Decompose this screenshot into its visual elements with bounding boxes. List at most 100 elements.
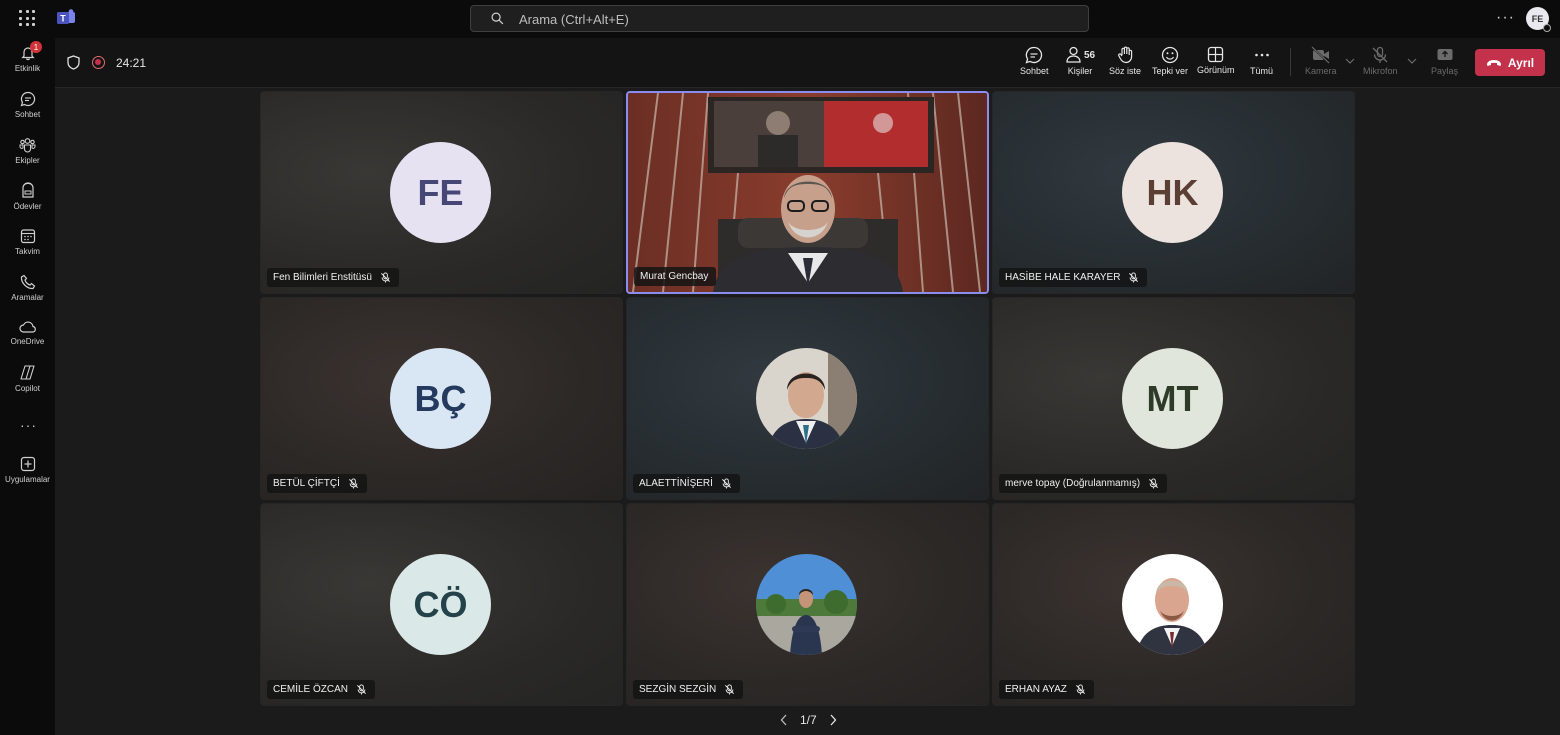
view-label: Görünüm <box>1197 65 1235 75</box>
calendar-icon <box>20 229 35 244</box>
more-apps-icon[interactable]: ··· <box>20 417 37 433</box>
app-launcher-icon[interactable] <box>19 10 35 26</box>
participant-tile[interactable]: HK HASİBE HALE KARAYER <box>992 91 1355 294</box>
mic-off-icon <box>1372 46 1388 63</box>
meeting-timer: 24:21 <box>116 56 147 70</box>
user-initials: FE <box>1531 13 1544 24</box>
share-label: Paylaş <box>1431 66 1459 76</box>
share-button[interactable]: Paylaş <box>1431 46 1458 80</box>
rail-label: OneDrive <box>10 337 45 346</box>
people-button[interactable]: 56 Kişiler <box>1065 46 1095 80</box>
leave-button[interactable]: Ayrıl <box>1475 49 1545 76</box>
mic-muted-icon <box>725 684 735 695</box>
participant-name-tag: merve topay (Doğrulanmamış) <box>999 474 1168 493</box>
rail-label: Copilot <box>15 384 40 393</box>
chat-icon <box>1025 46 1043 64</box>
react-label: Tepki ver <box>1152 66 1189 76</box>
shield-icon[interactable] <box>67 55 80 70</box>
chat-icon <box>20 91 35 107</box>
hang-up-icon <box>1486 59 1501 66</box>
react-button[interactable]: Tepki ver <box>1152 46 1188 80</box>
profile-photo <box>756 554 857 655</box>
rail-label: Uygulamalar <box>5 475 50 484</box>
mic-button[interactable]: Mikrofon <box>1363 46 1398 80</box>
mic-muted-icon <box>1149 478 1158 489</box>
backpack-icon <box>21 182 34 198</box>
mic-muted-icon <box>348 478 358 489</box>
people-label: Kişiler <box>1067 66 1093 76</box>
participant-tile[interactable]: BÇ BETÜL ÇİFTÇİ <box>260 297 623 500</box>
leave-label: Ayrıl <box>1507 55 1535 70</box>
rail-label: Etkinlik <box>14 64 41 73</box>
rail-item-copilot[interactable]: Copilot <box>0 364 55 406</box>
chevron-left-icon[interactable] <box>780 714 788 726</box>
participant-name: merve topay (Doğrulanmamış) <box>1005 478 1141 489</box>
rail-label: Aramalar <box>11 293 44 302</box>
teams-icon <box>19 138 36 153</box>
camera-button[interactable]: Kamera <box>1305 46 1337 80</box>
mic-muted-icon <box>357 684 366 695</box>
rail-label: Ekipler <box>15 156 40 165</box>
people-icon <box>1066 46 1081 63</box>
participant-tile[interactable]: MT merve topay (Doğrulanmamış) <box>992 297 1355 500</box>
cloud-icon <box>18 321 36 333</box>
rail-item-calls[interactable]: Aramalar <box>0 274 55 316</box>
rail-item-assignments[interactable]: Ödevler <box>0 182 55 224</box>
chevron-right-icon[interactable] <box>829 714 837 726</box>
hand-icon <box>1117 46 1132 64</box>
rail-item-activity[interactable]: 1 Etkinlik <box>0 41 55 87</box>
participant-tile[interactable]: ERHAN AYAZ <box>992 503 1355 706</box>
recording-icon <box>92 56 105 69</box>
search-box[interactable]: Arama (Ctrl+Alt+E) <box>470 5 1089 32</box>
participant-tile[interactable]: FE Fen Bilimleri Enstitüsü <box>260 91 623 294</box>
rail-item-chat[interactable]: Sohbet <box>0 91 55 133</box>
avatar: MT <box>1122 348 1223 449</box>
participant-tile[interactable]: CÖ CEMİLE ÖZCAN <box>260 503 623 706</box>
more-button[interactable]: Tümü <box>1250 46 1273 80</box>
mic-muted-icon <box>1129 272 1139 283</box>
participant-name-tag: SEZGİN SEZGİN <box>633 680 744 699</box>
participant-name-tag: HASİBE HALE KARAYER <box>999 268 1148 287</box>
mic-muted-icon <box>380 272 390 283</box>
participant-name: BETÜL ÇİFTÇİ <box>273 478 340 489</box>
participant-name: ALAETTİNİŞERİ <box>639 478 713 489</box>
grid-view-icon <box>1208 46 1224 63</box>
page-indicator: 1/7 <box>800 713 817 727</box>
participant-tile[interactable]: ALAETTİNİŞERİ <box>626 297 989 500</box>
rail-label: Sohbet <box>14 110 41 119</box>
mic-muted-icon <box>721 478 731 489</box>
svg-text:T: T <box>60 14 66 24</box>
participant-name: SEZGİN SEZGİN <box>639 684 717 695</box>
view-button[interactable]: Görünüm <box>1197 46 1235 80</box>
rail-item-teams[interactable]: Ekipler <box>0 137 55 179</box>
mic-options-chevron-icon[interactable] <box>1407 57 1417 65</box>
participant-tile-video[interactable]: Murat Gencbay <box>626 91 989 294</box>
user-avatar[interactable]: FE <box>1526 7 1551 32</box>
title-bar: T Arama (Ctrl+Alt+E) ··· FE <box>0 0 1560 38</box>
participant-name-tag: CEMİLE ÖZCAN <box>267 680 376 699</box>
emoji-icon <box>1161 46 1179 64</box>
camera-label: Kamera <box>1305 66 1337 76</box>
more-options-icon[interactable]: ··· <box>1496 9 1515 27</box>
activity-badge: 1 <box>30 41 42 53</box>
chat-button[interactable]: Sohbet <box>1020 46 1049 80</box>
app-rail: 1 Etkinlik Sohbet Ekipler Ödevler Takvim… <box>0 38 55 735</box>
participant-name-tag: Murat Gencbay <box>634 267 717 286</box>
rail-item-calendar[interactable]: Takvim <box>0 228 55 270</box>
presence-status-icon <box>1543 24 1551 32</box>
avatar: CÖ <box>390 554 491 655</box>
camera-options-chevron-icon[interactable] <box>1345 57 1355 65</box>
profile-photo <box>1122 554 1223 655</box>
rail-item-onedrive[interactable]: OneDrive <box>0 320 55 362</box>
rail-item-apps[interactable]: Uygulamalar <box>0 456 55 498</box>
teams-logo-icon: T <box>56 9 76 27</box>
camera-off-icon <box>1311 46 1330 64</box>
participant-tile[interactable]: SEZGİN SEZGİN <box>626 503 989 706</box>
raise-hand-button[interactable]: Söz iste <box>1109 46 1141 80</box>
chat-label: Sohbet <box>1020 66 1049 76</box>
rail-label: Ödevler <box>13 202 42 211</box>
participant-count: 56 <box>1084 49 1096 61</box>
avatar: BÇ <box>390 348 491 449</box>
share-icon <box>1437 49 1452 60</box>
participant-name-tag: ERHAN AYAZ <box>999 680 1094 699</box>
